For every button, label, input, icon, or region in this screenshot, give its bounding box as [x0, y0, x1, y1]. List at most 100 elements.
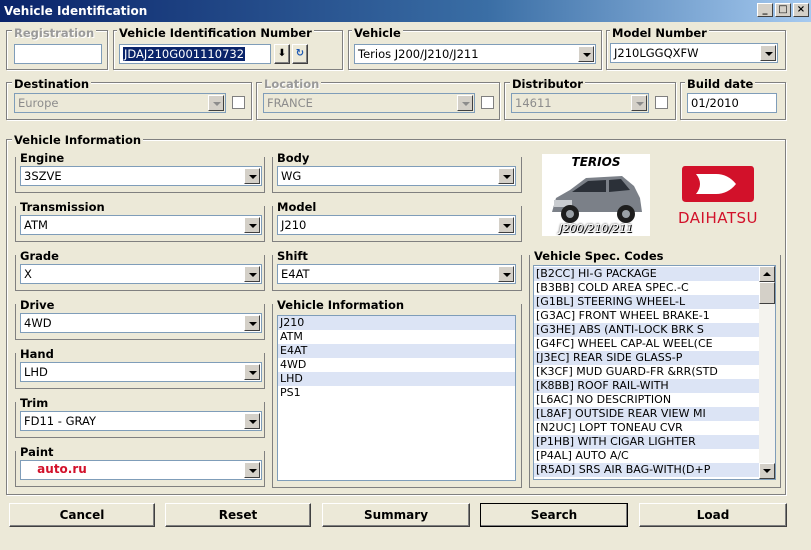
list-item[interactable]: [P4AL] AUTO A/C	[534, 449, 759, 463]
chevron-down-icon[interactable]	[208, 95, 224, 111]
chevron-down-icon[interactable]	[244, 364, 260, 380]
refresh-icon: ↻	[295, 48, 305, 59]
scroll-up-icon[interactable]	[759, 266, 775, 282]
chevron-down-icon[interactable]	[631, 95, 647, 111]
body-select[interactable]: WG	[277, 166, 516, 186]
list-item[interactable]: [B3BB] COLD AREA SPEC.-C	[534, 281, 759, 295]
vehicle-value: Terios J200/J210/J211	[358, 47, 479, 61]
search-button[interactable]: Search	[480, 503, 628, 527]
chevron-down-icon[interactable]	[244, 266, 260, 282]
chevron-down-icon[interactable]	[760, 45, 776, 61]
list-item[interactable]: [G3AC] FRONT WHEEL BRAKE-1	[534, 309, 759, 323]
scrollbar-thumb[interactable]	[759, 282, 775, 304]
engine-value: 3SZVE	[24, 169, 62, 183]
chevron-down-icon[interactable]	[244, 168, 260, 184]
chevron-down-icon[interactable]	[578, 46, 594, 62]
model-number-value: J210LGGQXFW	[614, 46, 699, 60]
shift-select[interactable]: E4AT	[277, 264, 516, 284]
vin-input[interactable]: JDAJ210G001110732	[119, 44, 271, 64]
trim-select[interactable]: FD11 - GRAY	[20, 411, 262, 431]
list-item[interactable]: [G1BL] STEERING WHEEL-L	[534, 295, 759, 309]
minimize-button[interactable]: _	[757, 3, 773, 17]
distributor-value: 14611	[515, 96, 552, 110]
distributor-select[interactable]: 14611	[511, 93, 649, 113]
list-item[interactable]: LHD	[278, 372, 515, 386]
list-item[interactable]: [L8AF] OUTSIDE REAR VIEW MI	[534, 407, 759, 421]
chevron-down-icon[interactable]	[244, 315, 260, 331]
hand-select[interactable]: LHD	[20, 362, 262, 382]
destination-select[interactable]: Europe	[14, 93, 226, 113]
drive-select[interactable]: 4WD	[20, 313, 262, 333]
list-item[interactable]: J210	[278, 316, 515, 330]
drive-value: 4WD	[24, 316, 52, 330]
vin-refresh-button[interactable]: ↻	[292, 44, 308, 64]
chevron-down-icon[interactable]	[498, 168, 514, 184]
grade-value: X	[24, 267, 32, 281]
car-image: TERIOS J200/210/211	[542, 154, 650, 236]
vin-value: JDAJ210G001110732	[123, 47, 246, 61]
window-title: Vehicle Identification	[4, 4, 148, 18]
list-item[interactable]: [K8BB] ROOF RAIL-WITH	[534, 379, 759, 393]
list-item[interactable]: [B2CC] HI-G PACKAGE	[534, 267, 759, 281]
close-button[interactable]: ×	[793, 3, 809, 17]
location-select[interactable]: FRANCE	[263, 93, 475, 113]
registration-input[interactable]	[14, 44, 102, 64]
engine-select[interactable]: 3SZVE	[20, 166, 262, 186]
list-item[interactable]: [J3EC] REAR SIDE GLASS-P	[534, 351, 759, 365]
title-bar: Vehicle Identification _ □ ×	[0, 0, 811, 22]
chevron-down-icon[interactable]	[457, 95, 473, 111]
chevron-down-icon[interactable]	[244, 462, 260, 478]
body-value: WG	[281, 169, 302, 183]
model-number-select[interactable]: J210LGGQXFW	[610, 43, 778, 63]
registration-label: Registration	[12, 26, 97, 40]
spec-codes-scrollbar[interactable]	[759, 266, 775, 479]
list-item[interactable]: [P1HB] WITH CIGAR LIGHTER	[534, 435, 759, 449]
list-item[interactable]: [G4FC] WHEEL CAP-AL WEEL(CE	[534, 337, 759, 351]
hand-value: LHD	[24, 365, 48, 379]
vehicle-label: Vehicle	[352, 26, 403, 40]
reset-button[interactable]: Reset	[165, 503, 311, 527]
spec-codes-list[interactable]: [B2CC] HI-G PACKAGE [B3BB] COLD AREA SPE…	[533, 265, 776, 480]
chevron-down-icon[interactable]	[244, 217, 260, 233]
list-item[interactable]: E4AT	[278, 344, 515, 358]
download-icon: ⬇	[277, 48, 287, 59]
chevron-down-icon[interactable]	[244, 413, 260, 429]
model-value: J210	[281, 218, 307, 232]
list-item[interactable]: [G3HE] ABS (ANTI-LOCK BRK S	[534, 323, 759, 337]
chevron-down-icon[interactable]	[498, 266, 514, 282]
location-value: FRANCE	[267, 96, 313, 110]
grade-select[interactable]: X	[20, 264, 262, 284]
trim-value: FD11 - GRAY	[24, 414, 96, 428]
maximize-button[interactable]: □	[775, 3, 791, 17]
list-item[interactable]: [L6AC] NO DESCRIPTION	[534, 393, 759, 407]
transmission-select[interactable]: ATM	[20, 215, 262, 235]
chevron-down-icon[interactable]	[498, 217, 514, 233]
vehicle-info-list[interactable]: J210 ATM E4AT 4WD LHD PS1	[277, 315, 516, 481]
scroll-down-icon[interactable]	[759, 463, 775, 479]
location-label: Location	[262, 77, 322, 91]
list-item[interactable]: [N2UC] LOPT TONEAU CVR	[534, 421, 759, 435]
build-date-input[interactable]: 01/2010	[687, 93, 777, 113]
daihatsu-logo-icon	[682, 166, 754, 202]
destination-checkbox[interactable]	[232, 96, 245, 109]
model-select[interactable]: J210	[277, 215, 516, 235]
list-item[interactable]: [K3CF] MUD GUARD-FR &RR(STD	[534, 365, 759, 379]
list-item[interactable]: [R5AD] SRS AIR BAG-WITH(D+P	[534, 463, 759, 477]
list-item[interactable]: PS1	[278, 386, 515, 400]
distributor-checkbox[interactable]	[655, 96, 668, 109]
list-item[interactable]: ATM	[278, 330, 515, 344]
cancel-button[interactable]: Cancel	[9, 503, 155, 527]
destination-label: Destination	[12, 77, 92, 91]
load-button[interactable]: Load	[639, 503, 787, 527]
brand-logo: DAIHATSU	[664, 162, 772, 234]
brand-name: DAIHATSU	[677, 209, 758, 227]
model-number-label: Model Number	[610, 26, 709, 40]
vin-label: Vehicle Identification Number	[117, 26, 314, 40]
vin-download-button[interactable]: ⬇	[274, 44, 290, 64]
shift-value: E4AT	[281, 267, 310, 281]
vehicle-select[interactable]: Terios J200/J210/J211	[354, 44, 596, 64]
list-item[interactable]: 4WD	[278, 358, 515, 372]
location-checkbox[interactable]	[481, 96, 494, 109]
summary-button[interactable]: Summary	[322, 503, 470, 527]
transmission-value: ATM	[24, 218, 48, 232]
